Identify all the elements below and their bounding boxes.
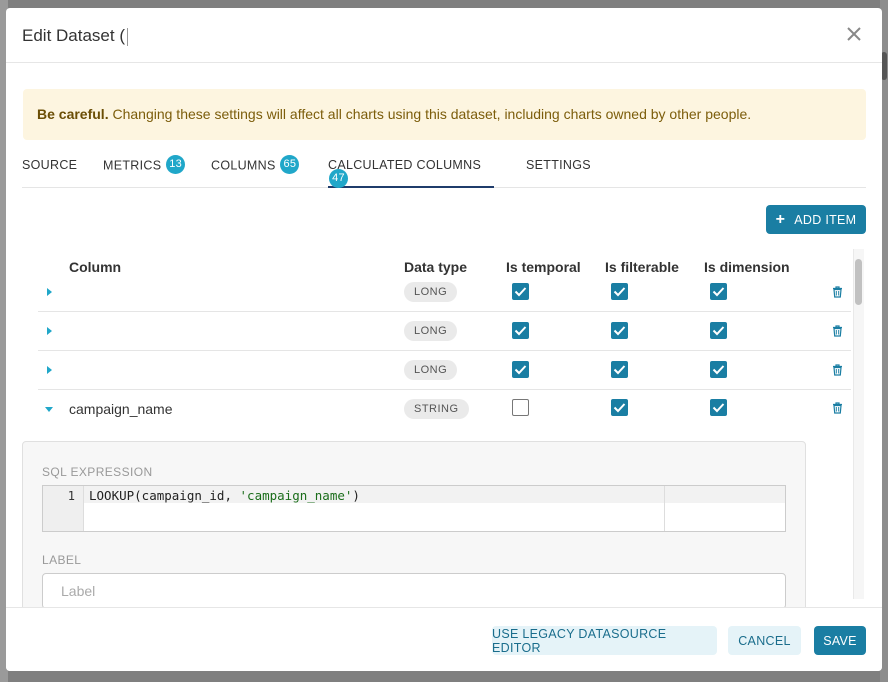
check-icon: [613, 326, 626, 336]
check-icon: [712, 287, 725, 297]
check-icon: [613, 287, 626, 297]
data-type-badge: LONG: [404, 360, 458, 380]
data-type-badge: STRING: [404, 399, 469, 419]
tab-calculated-columns[interactable]: CALCULATED COLUMNS 47: [328, 154, 494, 188]
tab-label: COLUMNS: [211, 158, 276, 173]
check-icon: [712, 365, 725, 375]
alert-bold: Be careful.: [37, 106, 109, 122]
tab-metrics[interactable]: METRICS 13: [103, 154, 186, 188]
plus-icon: +: [775, 210, 786, 228]
print-margin: [664, 486, 665, 531]
is-filterable-checkbox[interactable]: [611, 399, 628, 416]
is-dimension-checkbox[interactable]: [710, 283, 727, 300]
tab-label: CALCULATED COLUMNS: [328, 158, 482, 172]
table-row: LONG: [38, 312, 851, 351]
close-icon: [847, 27, 861, 41]
modal-title-text: Edit Dataset (: [22, 26, 125, 45]
is-filterable-checkbox[interactable]: [611, 361, 628, 378]
code-text: LOOKUP(campaign_id,: [89, 488, 240, 503]
redacted-dataset-name: [127, 27, 251, 46]
count-badge: 65: [280, 155, 300, 174]
save-button[interactable]: SAVE: [814, 626, 866, 655]
close-button[interactable]: [844, 24, 864, 44]
modal-footer: USE LEGACY DATASOURCE EDITOR CANCEL SAVE: [6, 607, 882, 671]
sql-expression-editor[interactable]: 1 LOOKUP(campaign_id, 'campaign_name'): [42, 485, 786, 532]
is-temporal-checkbox[interactable]: [512, 322, 529, 339]
data-type-badge: LONG: [404, 321, 458, 341]
column-name: campaign_name: [69, 401, 173, 417]
is-temporal-checkbox[interactable]: [512, 399, 529, 416]
table-row: campaign_name STRING: [38, 390, 851, 429]
check-icon: [712, 326, 725, 336]
table-row: LONG: [38, 273, 851, 312]
code-string: 'campaign_name': [239, 488, 353, 503]
tab-label: SOURCE: [22, 158, 78, 172]
alert-text: Changing these settings will affect all …: [108, 106, 752, 122]
legacy-editor-button[interactable]: USE LEGACY DATASOURCE EDITOR: [492, 626, 717, 655]
is-dimension-checkbox[interactable]: [710, 322, 727, 339]
sql-code: LOOKUP(campaign_id, 'campaign_name'): [89, 488, 360, 503]
edit-dataset-modal: Edit Dataset ( Be careful. Changing thes…: [6, 8, 882, 671]
caret-right-icon[interactable]: [44, 287, 54, 297]
cancel-button[interactable]: CANCEL: [728, 626, 801, 655]
modal-header: Edit Dataset (: [6, 8, 882, 63]
tab-source[interactable]: SOURCE: [22, 154, 77, 188]
tab-columns[interactable]: COLUMNS 65: [211, 154, 300, 188]
modal-title: Edit Dataset (: [22, 26, 251, 46]
tab-bar: SOURCE METRICS 13 COLUMNS 65 CALCULATED …: [22, 154, 866, 188]
table-row: LONG: [38, 351, 851, 390]
caret-down-icon[interactable]: [44, 404, 54, 414]
check-icon: [514, 326, 527, 336]
sql-expression-label: SQL EXPRESSION: [42, 465, 153, 479]
check-icon: [613, 403, 626, 413]
data-type-badge: LONG: [404, 282, 458, 302]
column-detail-panel: SQL EXPRESSION 1 LOOKUP(campaign_id, 'ca…: [22, 441, 806, 611]
is-filterable-checkbox[interactable]: [611, 283, 628, 300]
trash-icon[interactable]: [832, 364, 843, 376]
tab-label: SETTINGS: [526, 158, 591, 172]
check-icon: [514, 287, 527, 297]
add-item-button[interactable]: + ADD ITEM: [766, 205, 866, 234]
check-icon: [514, 365, 527, 375]
caret-right-icon[interactable]: [44, 365, 54, 375]
table-scrollbar-thumb[interactable]: [855, 259, 862, 305]
label-input[interactable]: Label: [42, 573, 786, 609]
add-item-label: ADD ITEM: [794, 212, 857, 227]
tab-label: METRICS: [103, 158, 162, 173]
trash-icon[interactable]: [832, 402, 843, 414]
caret-right-icon[interactable]: [44, 326, 54, 336]
trash-icon[interactable]: [832, 286, 843, 298]
is-temporal-checkbox[interactable]: [512, 361, 529, 378]
is-filterable-checkbox[interactable]: [611, 322, 628, 339]
check-icon: [712, 403, 725, 413]
count-badge: 47: [329, 169, 348, 188]
label-field-label: LABEL: [42, 553, 82, 567]
is-temporal-checkbox[interactable]: [512, 283, 529, 300]
tab-settings[interactable]: SETTINGS: [526, 154, 591, 188]
warning-alert: Be careful. Changing these settings will…: [23, 89, 866, 140]
trash-icon[interactable]: [832, 325, 843, 337]
check-icon: [613, 365, 626, 375]
line-number: 1: [67, 489, 75, 503]
is-dimension-checkbox[interactable]: [710, 361, 727, 378]
is-dimension-checkbox[interactable]: [710, 399, 727, 416]
count-badge: 13: [166, 155, 186, 174]
code-text: ): [352, 488, 360, 503]
